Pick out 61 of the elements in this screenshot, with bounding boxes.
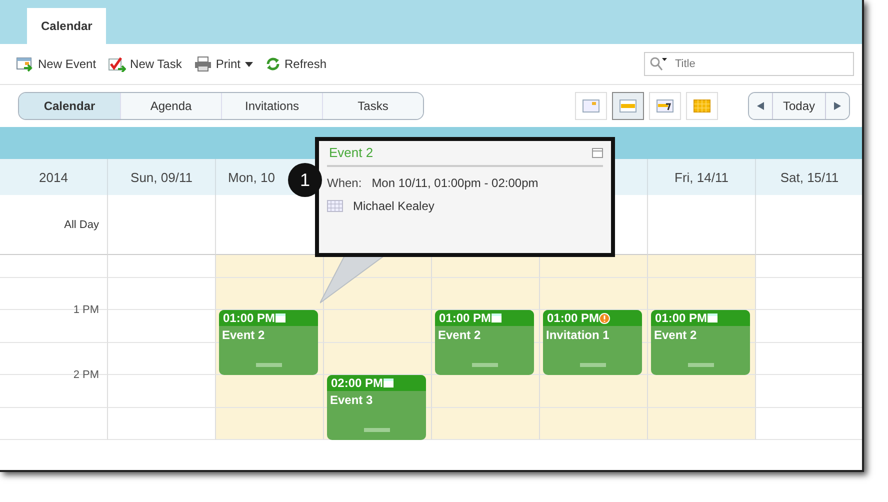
resize-handle[interactable] [256, 363, 282, 367]
year-label: 2014 [0, 159, 108, 195]
calendar-view-icon [656, 99, 674, 113]
event-title: Invitation 1 [545, 327, 610, 344]
new-event-button[interactable]: New Event [14, 56, 98, 72]
printer-icon [194, 56, 212, 72]
event-time-range: Mon 10/11, 01:00pm - 02:00pm [372, 176, 538, 190]
event-title: Event 2 [653, 327, 698, 344]
restore-icon[interactable] [592, 148, 603, 158]
time-label: 2 PM [73, 369, 99, 381]
today-button[interactable]: Today [772, 93, 825, 119]
event-time: 01:00 PM [547, 311, 600, 325]
day-header: Sat, 15/11 [756, 159, 862, 195]
day-header: Fri, 14/11 [648, 159, 756, 195]
week-view-button[interactable] [612, 92, 644, 120]
view-tab[interactable]: Agenda [120, 93, 221, 119]
event-title: Event 2 [221, 327, 266, 344]
event-time: 01:00 PM [223, 311, 276, 325]
next-button[interactable] [825, 93, 849, 119]
refresh-icon [264, 56, 281, 72]
left-triangle-icon [756, 102, 764, 110]
search-field[interactable]: Title [644, 52, 854, 76]
calendar-icon [491, 313, 502, 323]
calendar-icon [275, 313, 286, 323]
calendar-view-icon [582, 99, 600, 113]
event-time: 01:00 PM [439, 311, 492, 325]
popup-title: Event 2 [329, 145, 374, 160]
calendar-view-icon [618, 99, 637, 113]
view-tab[interactable]: Invitations [221, 93, 322, 119]
calendar-owner: Michael Kealey [353, 199, 434, 213]
event-time: 02:00 PM [331, 376, 384, 390]
right-triangle-icon [834, 102, 841, 110]
calendar-tab[interactable]: Calendar [27, 8, 106, 44]
resize-handle[interactable] [688, 363, 714, 367]
resize-handle[interactable] [472, 363, 498, 367]
checkmark-icon [108, 56, 126, 72]
day-header: Sun, 09/11 [108, 159, 216, 195]
all-day-label: All Day [0, 195, 108, 255]
calendar-icon [383, 378, 394, 388]
view-tab[interactable]: Tasks [322, 93, 423, 119]
event-title: Event 3 [329, 392, 374, 409]
previous-button[interactable] [748, 93, 772, 119]
month-view-button[interactable] [686, 92, 718, 120]
print-button[interactable]: Print [192, 56, 255, 72]
workweek-view-button[interactable] [648, 92, 681, 120]
event-time: 01:00 PM [655, 311, 708, 325]
search-icon [650, 57, 668, 71]
resize-handle[interactable] [364, 428, 390, 432]
calendar-icon [707, 313, 718, 323]
time-label: 1 PM [73, 304, 99, 316]
day-view-button[interactable] [574, 92, 607, 120]
when-label: When: [327, 176, 362, 190]
alert-icon [599, 312, 610, 324]
calendar-add-icon [16, 56, 34, 72]
new-task-button[interactable]: New Task [106, 56, 184, 72]
month-grid-icon [692, 99, 711, 113]
calendar-grid-icon [327, 200, 343, 212]
refresh-button[interactable]: Refresh [262, 56, 329, 72]
view-tab[interactable]: Calendar [19, 93, 120, 119]
resize-handle[interactable] [580, 363, 606, 367]
event-title: Event 2 [437, 327, 482, 344]
